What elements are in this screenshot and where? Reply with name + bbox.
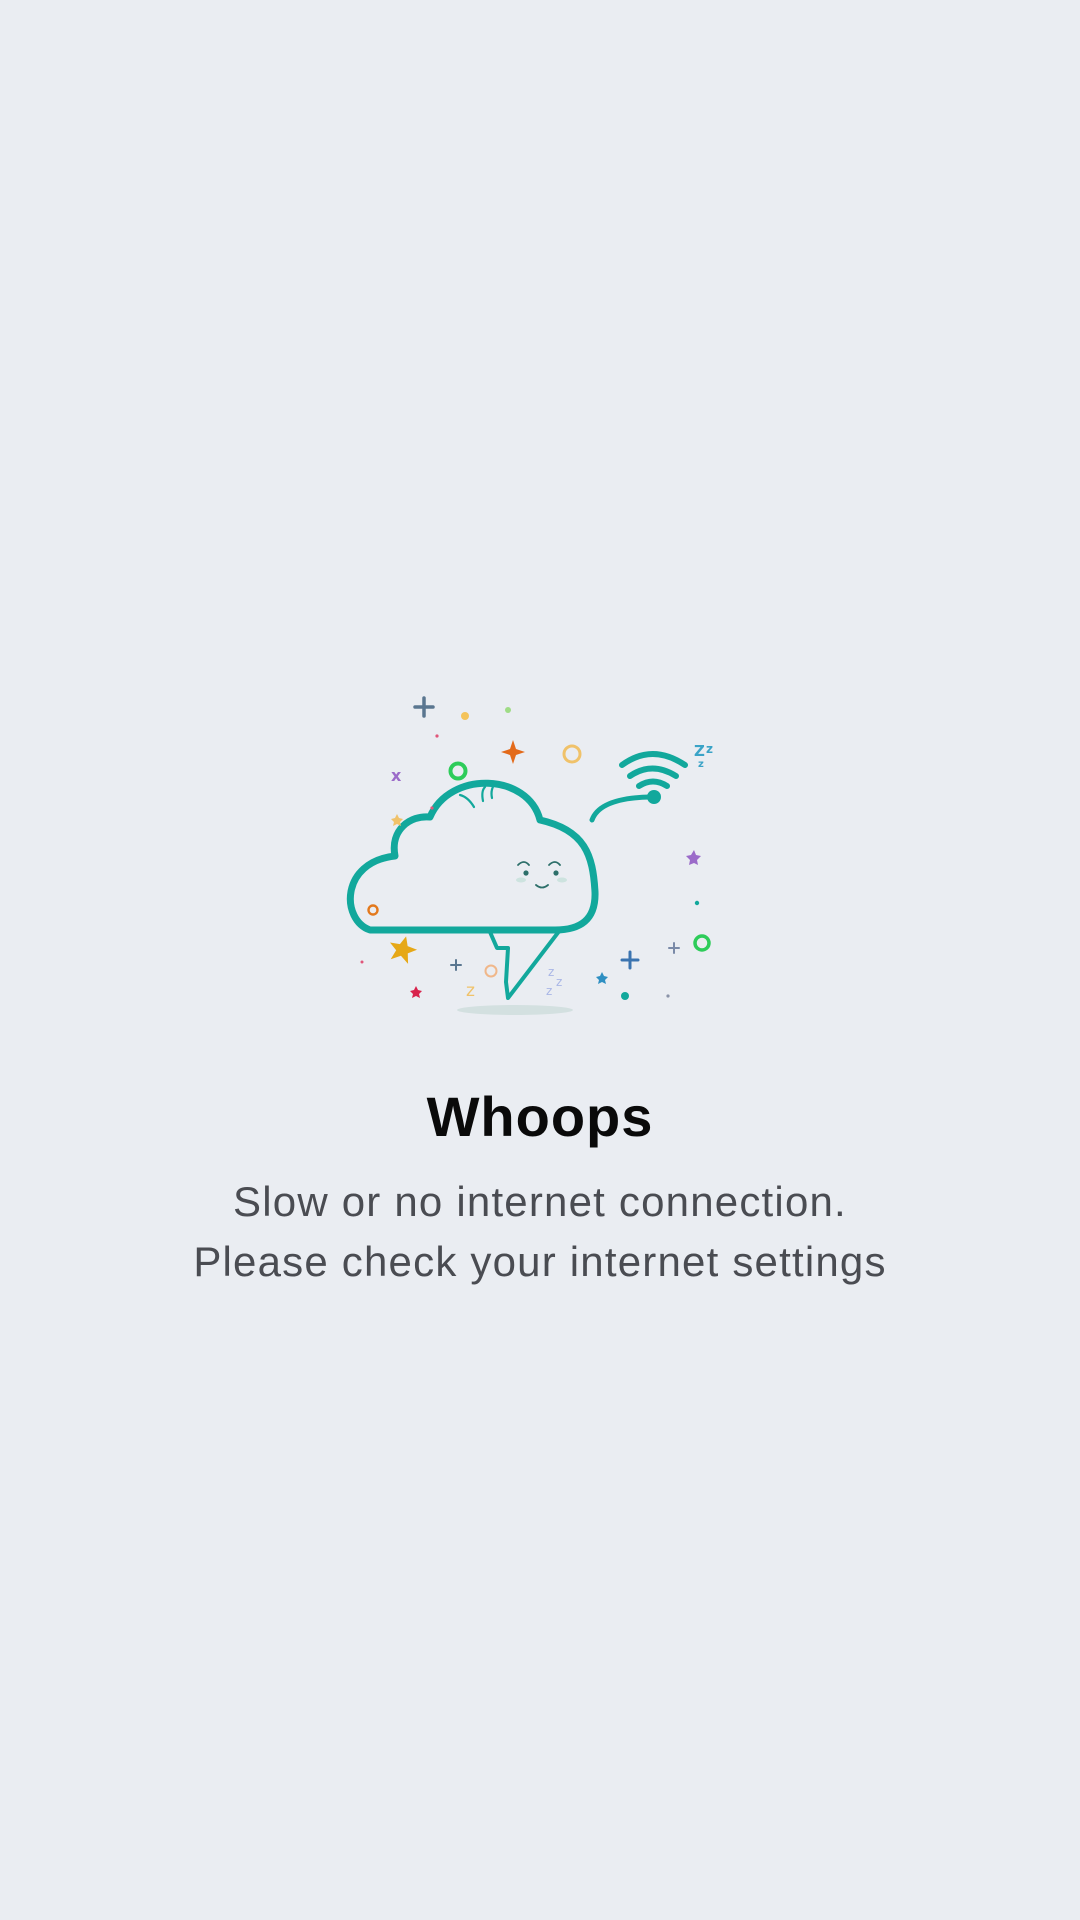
error-message-line-2: Please check your internet settings — [193, 1238, 887, 1285]
error-message-line-1: Slow or no internet connection. — [233, 1178, 847, 1225]
svg-text:z: z — [698, 759, 704, 770]
sleepy-cloud-icon: Z z z x z z z z — [346, 696, 713, 1015]
error-message: Slow or no internet connection. Please c… — [0, 1172, 1080, 1292]
svg-text:z: z — [706, 742, 713, 756]
error-title: Whoops — [426, 1085, 654, 1148]
svg-text:z: z — [466, 981, 475, 1001]
svg-text:z: z — [548, 965, 554, 979]
svg-text:x: x — [391, 766, 402, 785]
no-connection-screen: Z z z x z z z z Whoops Slow or no intern… — [0, 0, 1080, 1920]
offline-illustration: Z z z x z z z z — [340, 680, 740, 1020]
svg-text:Z: Z — [694, 742, 705, 760]
svg-text:z: z — [556, 975, 562, 989]
svg-text:z: z — [546, 984, 552, 998]
